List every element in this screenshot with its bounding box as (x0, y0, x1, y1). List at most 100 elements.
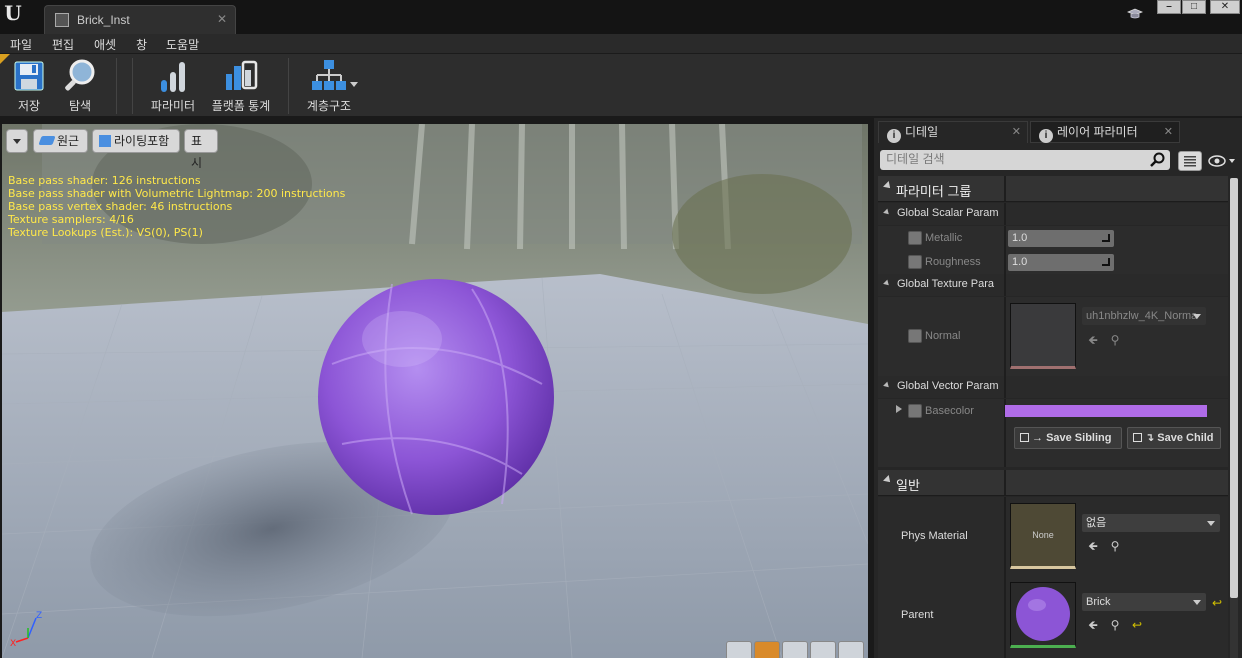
perspective-button[interactable]: 원근 (33, 129, 88, 153)
roughness-override-checkbox[interactable] (908, 255, 922, 269)
platform-stats-button[interactable]: 플랫폼 통계 (208, 56, 274, 116)
phys-material-dropdown[interactable]: 없음 (1082, 514, 1220, 532)
save-child-button[interactable]: ↴ Save Child (1127, 427, 1221, 449)
menu-asset[interactable]: 애셋 (94, 36, 116, 53)
phys-material-thumbnail[interactable]: None (1010, 503, 1076, 569)
collapse-caret-icon (883, 475, 893, 485)
tab-details[interactable]: i 디테일 ✕ (878, 121, 1028, 143)
details-panel: i 디테일 ✕ i 레이어 파라미터 ✕ 파라미터 그룹 Global Scalar… (874, 118, 1242, 658)
material-instance-icon (55, 13, 69, 27)
use-selected-arrow-icon[interactable]: 🡸 (1086, 618, 1100, 632)
scrollbar-thumb[interactable] (1230, 178, 1238, 598)
axis-x-label: X (10, 639, 16, 648)
reset-to-default-icon[interactable]: ↩ (1130, 618, 1144, 632)
details-search-input[interactable] (886, 152, 1136, 166)
menu-file[interactable]: 파일 (10, 36, 32, 53)
column-splitter[interactable] (1004, 576, 1006, 658)
save-label: 저장 (17, 99, 41, 113)
menu-edit[interactable]: 편집 (52, 36, 74, 53)
column-splitter[interactable] (1004, 376, 1006, 398)
use-selected-arrow-icon[interactable]: 🡸 (1086, 539, 1100, 553)
group-global-scalar[interactable]: Global Scalar Param (878, 203, 1228, 225)
show-label: 표시 (191, 134, 203, 170)
roughness-value-field[interactable]: 1.0 (1008, 254, 1114, 271)
column-splitter[interactable] (1004, 297, 1006, 376)
search-icon[interactable] (1150, 152, 1166, 168)
param-normal: Normal uh1nbhzlw_4K_Norma 🡸 ⚲ (878, 297, 1228, 376)
metallic-value-field[interactable]: 1.0 (1008, 230, 1114, 247)
title-bar: U Brick_Inst ✕ – □ ✕ (0, 0, 1242, 34)
lighting-mode-button[interactable]: 라이팅포함 (92, 129, 180, 153)
section-title: 일반 (896, 478, 920, 493)
section-general[interactable]: 일반 (878, 470, 1228, 496)
parameters-button[interactable]: 파라미터 (148, 56, 198, 116)
maximize-button[interactable]: □ (1182, 0, 1206, 14)
parent-dropdown[interactable]: Brick (1082, 593, 1206, 611)
column-splitter[interactable] (1004, 470, 1006, 495)
preview-mesh-button[interactable] (838, 641, 864, 658)
tab-layer-parameters[interactable]: i 레이어 파라미터 ✕ (1030, 121, 1180, 143)
preview-plane-button[interactable] (782, 641, 808, 658)
toolbar-separator (116, 58, 117, 114)
column-splitter[interactable] (1004, 176, 1006, 201)
column-splitter[interactable] (1004, 497, 1006, 576)
preview-sphere-button[interactable] (754, 641, 780, 658)
tab-close-icon[interactable]: ✕ (217, 12, 227, 26)
browse-button[interactable]: 탐색 (58, 56, 102, 116)
column-splitter[interactable] (1004, 203, 1006, 225)
tab-close-icon[interactable]: ✕ (1164, 122, 1173, 142)
roughness-label: Roughness (925, 256, 981, 268)
maximize-glyph: □ (1190, 1, 1198, 12)
parent-material-thumbnail[interactable] (1010, 582, 1076, 648)
show-flags-button[interactable]: 표시 (184, 129, 218, 170)
chevron-down-icon (1193, 600, 1201, 605)
browse-search-icon[interactable]: ⚲ (1108, 539, 1122, 553)
browse-search-icon[interactable]: ⚲ (1108, 333, 1122, 347)
stat-line: Texture samplers: 4/16 (8, 213, 134, 226)
save-button[interactable]: 저장 (8, 56, 50, 116)
minimize-button[interactable]: – (1157, 0, 1181, 14)
basecolor-override-checkbox[interactable] (908, 404, 922, 418)
parameters-label: 파라미터 (150, 99, 196, 113)
purple-sphere-thumbnail-icon (1016, 587, 1070, 641)
reset-to-default-icon[interactable]: ↩ (1210, 596, 1224, 610)
group-global-texture[interactable]: Global Texture Para (878, 274, 1228, 296)
info-icon: i (887, 129, 901, 143)
graduation-cap-icon[interactable] (1126, 6, 1144, 22)
normal-texture-thumbnail[interactable] (1010, 303, 1076, 369)
property-matrix-button[interactable] (1178, 151, 1202, 171)
axis-gizmo-icon: Z X (10, 611, 42, 648)
section-parameter-groups[interactable]: 파라미터 그룹 (878, 176, 1228, 202)
document-tab[interactable]: Brick_Inst ✕ (44, 5, 236, 34)
group-global-vector[interactable]: Global Vector Param (878, 376, 1228, 398)
normal-override-checkbox[interactable] (908, 329, 922, 343)
close-window-button[interactable]: ✕ (1210, 0, 1240, 14)
platform-stats-icon (226, 60, 258, 90)
save-sibling-button[interactable]: → Save Sibling (1014, 427, 1122, 449)
hierarchy-dropdown-arrow-icon[interactable] (350, 82, 358, 87)
preview-cylinder-button[interactable] (726, 641, 752, 658)
parameters-icon (161, 62, 185, 92)
normal-texture-dropdown[interactable]: uh1nbhzlw_4K_Norma (1082, 307, 1206, 325)
material-preview-viewport[interactable]: 원근 라이팅포함 표시 Base pass shader: 126 instru… (2, 124, 868, 658)
column-splitter[interactable] (1004, 226, 1006, 250)
tab-close-icon[interactable]: ✕ (1012, 122, 1021, 142)
platform-stats-label: 플랫폼 통계 (211, 99, 271, 113)
column-splitter[interactable] (1004, 250, 1006, 274)
column-splitter[interactable] (1004, 274, 1006, 296)
use-selected-arrow-icon[interactable]: 🡸 (1086, 333, 1100, 347)
menu-help[interactable]: 도움말 (166, 36, 199, 53)
lighting-label: 라이팅포함 (114, 134, 170, 148)
viewport-options-button[interactable] (6, 129, 28, 153)
stat-line: Base pass shader: 126 instructions (8, 174, 201, 187)
browse-search-icon[interactable]: ⚲ (1108, 618, 1122, 632)
preview-cube-button[interactable] (810, 641, 836, 658)
view-options-button[interactable] (1207, 152, 1237, 170)
expand-arrow-icon[interactable] (896, 405, 902, 413)
metallic-override-checkbox[interactable] (908, 231, 922, 245)
hierarchy-icon (312, 60, 346, 90)
prop-parent: Parent Brick ↩ 🡸 ⚲ ↩ (878, 576, 1228, 658)
column-splitter[interactable] (1004, 423, 1006, 467)
basecolor-swatch[interactable] (1005, 405, 1207, 417)
menu-window[interactable]: 창 (136, 36, 147, 53)
